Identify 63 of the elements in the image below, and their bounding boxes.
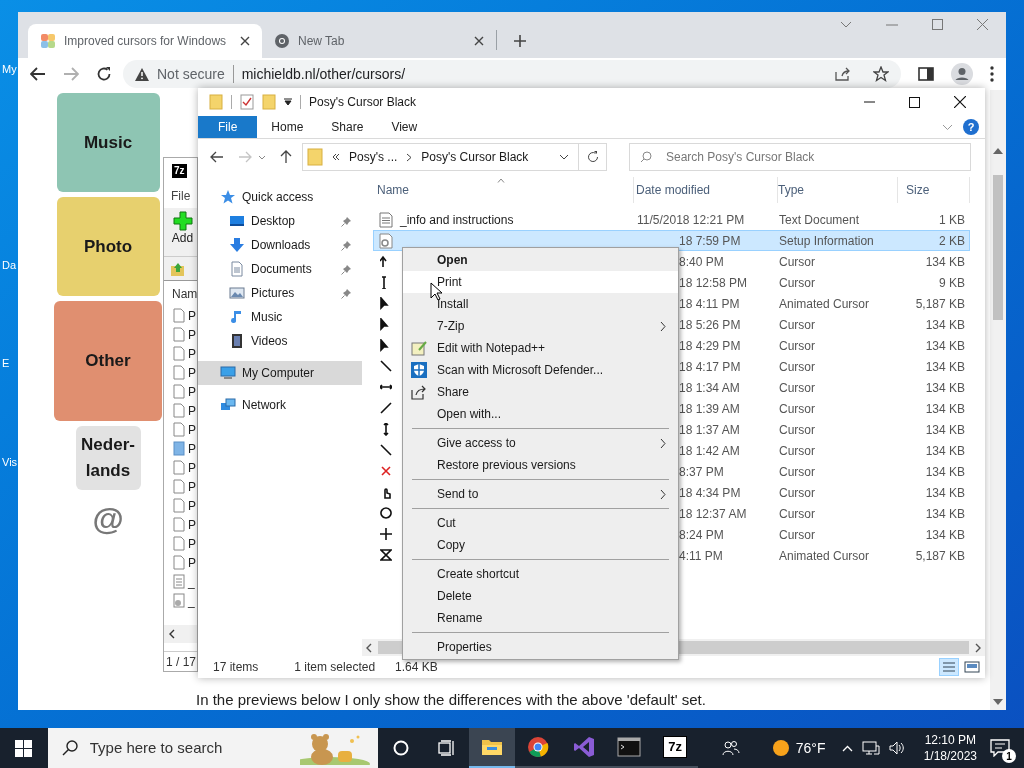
file-size: 134 KB [925, 505, 965, 523]
file-name: _info and instructions [400, 211, 514, 229]
status-text: 1 item selected [294, 659, 376, 676]
status-text: 1 / 17 [166, 653, 197, 671]
date-modified: 8:24 PM [679, 526, 724, 544]
date-modified: 8:40 PM [679, 253, 724, 271]
date-modified: 18 12:37 AM [679, 505, 747, 523]
notification-badge: 1 [1001, 749, 1016, 763]
file-type: Cursor [779, 316, 815, 334]
file-size: 134 KB [925, 421, 965, 439]
date-modified: 18 1:42 AM [679, 442, 740, 460]
file-size: 134 KB [925, 484, 965, 502]
date-modified: 18 12:58 PM [679, 274, 748, 292]
file-size: 134 KB [925, 463, 965, 481]
file-type: Cursor [779, 484, 815, 502]
file-type: Cursor [779, 463, 815, 481]
security-label: Not secure [157, 64, 225, 84]
date-modified: 4:11 PM [679, 547, 723, 565]
date-modified: 18 1:39 AM [679, 400, 740, 418]
date-modified: 18 4:29 PM [679, 337, 741, 355]
file-size: 134 KB [925, 400, 965, 418]
file-type: Animated Cursor [779, 547, 870, 565]
file-size: 134 KB [925, 379, 965, 397]
file-type: Cursor [779, 526, 815, 544]
date-modified: 18 4:34 PM [679, 484, 741, 502]
file-size: 1 KB [939, 211, 965, 229]
app-logo: 7z [172, 164, 187, 178]
date-modified: 11/5/2018 12:21 PM [637, 211, 745, 229]
file-type: Text Document [779, 211, 860, 229]
file-type: Cursor [779, 379, 815, 397]
file-type: Cursor [779, 400, 815, 418]
file-size: 134 KB [925, 337, 965, 355]
date-modified: 18 1:34 AM [679, 379, 740, 397]
url-text: michieldb.nl/other/cursors/ [241, 64, 406, 84]
app-logo: 7z [664, 737, 687, 757]
date-modified: 18 7:59 PM [679, 232, 741, 250]
file-type: Cursor [779, 358, 815, 376]
date-modified: 8:37 PM [679, 463, 724, 481]
file-type: Cursor [779, 421, 815, 439]
date-modified: 18 1:37 AM [679, 421, 740, 439]
status-text: 17 items [213, 659, 259, 676]
date-modified: 18 4:11 PM [679, 295, 740, 313]
file-type: Cursor [779, 274, 815, 292]
file-type: Cursor [779, 442, 815, 460]
file-type: Animated Cursor [779, 295, 870, 313]
file-size: 134 KB [925, 358, 965, 376]
file-type: Setup Information [779, 232, 874, 250]
file-type: Cursor [779, 505, 815, 523]
status-text: 1.64 KB [395, 659, 438, 676]
file-size: 134 KB [925, 526, 965, 544]
file-type: Cursor [779, 337, 815, 355]
window-title: Posy's Cursor Black [309, 94, 416, 111]
file-type: Cursor [779, 253, 815, 271]
file-size: 2 KB [939, 232, 965, 250]
file-size: 134 KB [925, 316, 965, 334]
date-modified: 18 4:17 PM [679, 358, 741, 376]
file-size: 134 KB [925, 442, 965, 460]
file-size: 5,187 KB [915, 547, 965, 565]
date-modified: 18 5:26 PM [679, 316, 741, 334]
body-text: In the previews below I only show the differences with the above 'default' set. [196, 690, 706, 710]
file-size: 134 KB [925, 253, 965, 271]
file-size: 9 KB [939, 274, 965, 292]
file-size: 5,187 KB [915, 295, 965, 313]
